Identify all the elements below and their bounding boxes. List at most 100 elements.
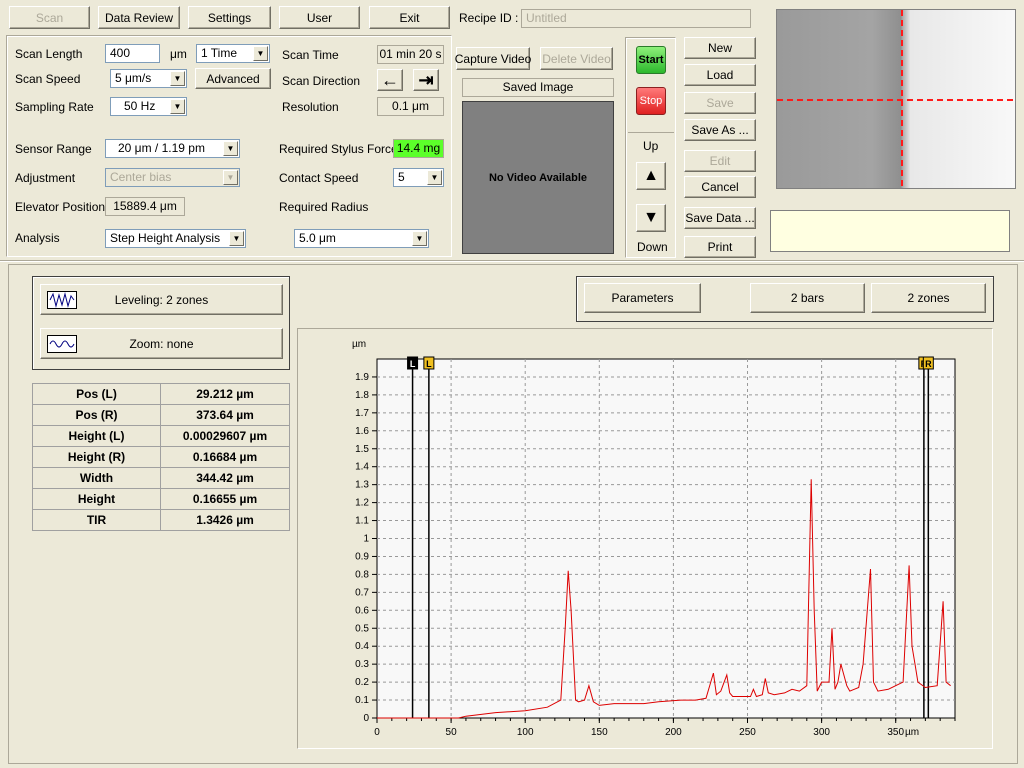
- camera-view: [776, 9, 1016, 189]
- load-button[interactable]: Load: [684, 64, 756, 86]
- contact-speed-value: 5: [398, 170, 405, 184]
- new-button[interactable]: New: [684, 37, 756, 59]
- cancel-button[interactable]: Cancel: [684, 176, 756, 198]
- y-tick-label: 1.7: [355, 408, 369, 419]
- analysis-select[interactable]: Step Height Analysis ▼: [105, 229, 246, 248]
- video-preview: No Video Available: [462, 101, 614, 254]
- stop-button[interactable]: Stop: [636, 87, 666, 115]
- stylus-force-value: 14.4 mg: [393, 139, 444, 158]
- scan-button[interactable]: Scan: [9, 6, 90, 29]
- analysis-value: Step Height Analysis: [110, 231, 221, 245]
- triangle-down-icon: ▼: [643, 209, 659, 226]
- sampling-rate-label: Sampling Rate: [15, 100, 94, 114]
- up-label: Up: [643, 139, 659, 153]
- y-axis-label: µm: [352, 339, 366, 350]
- sampling-rate-select[interactable]: 50 Hz ▼: [110, 97, 187, 116]
- sensor-range-label: Sensor Range: [15, 142, 92, 156]
- parameters-button[interactable]: Parameters: [584, 283, 701, 313]
- required-radius-select[interactable]: 5.0 μm ▼: [294, 229, 429, 248]
- down-label: Down: [637, 240, 668, 254]
- cursor-label: R: [925, 359, 932, 369]
- direction-right-button[interactable]: ⇥: [413, 69, 439, 91]
- exit-button[interactable]: Exit: [369, 6, 450, 29]
- x-tick-label: 0: [374, 727, 380, 738]
- chevron-down-icon: ▼: [253, 46, 268, 61]
- x-tick-label: 200: [665, 727, 682, 738]
- edit-button[interactable]: Edit: [684, 150, 756, 172]
- x-tick-label: 150: [591, 727, 608, 738]
- bars-button[interactable]: 2 bars: [750, 283, 865, 313]
- resolution-value: 0.1 μm: [377, 97, 444, 116]
- scan-speed-select[interactable]: 5 μm/s ▼: [110, 69, 187, 88]
- result-value: 29.212 µm: [160, 383, 290, 405]
- cursor-label: L: [426, 359, 432, 369]
- y-tick-label: 0.8: [355, 569, 369, 580]
- result-value: 344.42 µm: [160, 467, 290, 489]
- sampling-rate-value: 50 Hz: [124, 99, 156, 113]
- y-tick-label: 0.3: [355, 659, 369, 670]
- x-tick-label: 350: [887, 727, 904, 738]
- contact-speed-label: Contact Speed: [279, 171, 359, 185]
- scan-time-label: Scan Time: [282, 48, 339, 62]
- save-button[interactable]: Save: [684, 92, 756, 114]
- chevron-down-icon: ▼: [412, 231, 427, 246]
- y-tick-label: 1.2: [355, 498, 369, 509]
- chevron-down-icon: ▼: [229, 231, 244, 246]
- settings-button[interactable]: Settings: [188, 6, 271, 29]
- y-tick-label: 1.6: [355, 426, 369, 437]
- zoom-button[interactable]: Zoom: none: [40, 328, 283, 359]
- chart-panel: 0 50 100 150 200 250 300 350 µm 0 0.1 0.2 0.3 0.4 0.5 0…: [297, 328, 993, 749]
- scan-times-select[interactable]: 1 Time ▼: [196, 44, 270, 63]
- scan-times-value: 1 Time: [201, 46, 238, 60]
- x-tick-label: 100: [517, 727, 534, 738]
- section-divider: [0, 260, 1024, 262]
- result-row: Pos (L) 29.212 µm: [32, 383, 290, 405]
- y-tick-label: 0.6: [355, 605, 369, 616]
- y-tick-label: 0.5: [355, 623, 369, 634]
- y-tick-label: 1: [363, 534, 369, 545]
- adjustment-label: Adjustment: [15, 171, 76, 185]
- contact-speed-select[interactable]: 5 ▼: [393, 168, 444, 187]
- scan-length-input[interactable]: 400: [105, 44, 160, 63]
- result-label: Height (L): [32, 425, 161, 447]
- print-button[interactable]: Print: [684, 236, 756, 258]
- save-as-button[interactable]: Save As ...: [684, 119, 756, 141]
- scan-speed-label: Scan Speed: [15, 72, 81, 86]
- result-label: Width: [32, 467, 161, 489]
- chevron-down-icon: ▼: [223, 141, 238, 156]
- y-tick-label: 1.1: [355, 516, 369, 527]
- result-label: Pos (L): [32, 383, 161, 405]
- save-data-button[interactable]: Save Data ...: [684, 207, 756, 229]
- advanced-button[interactable]: Advanced: [195, 68, 271, 89]
- result-value: 0.00029607 µm: [160, 425, 290, 447]
- start-button[interactable]: Start: [636, 46, 666, 74]
- results-table: Pos (L) 29.212 µm Pos (R) 373.64 µm Height (…: [32, 383, 290, 531]
- user-button[interactable]: User: [279, 6, 360, 29]
- up-button[interactable]: ▲: [636, 162, 666, 190]
- delete-video-button[interactable]: Delete Video: [540, 47, 613, 70]
- y-tick-label: 1.8: [355, 390, 369, 401]
- crosshair-icon: [777, 10, 1015, 188]
- result-label: TIR: [32, 509, 161, 531]
- result-label: Height: [32, 488, 161, 510]
- leveling-button[interactable]: Leveling: 2 zones: [40, 284, 283, 315]
- zones-button[interactable]: 2 zones: [871, 283, 986, 313]
- adjustment-value: Center bias: [110, 170, 172, 184]
- leveling-label: Leveling: 2 zones: [114, 292, 209, 307]
- resolution-label: Resolution: [282, 100, 339, 114]
- capture-video-button[interactable]: Capture Video: [455, 47, 531, 70]
- result-label: Height (R): [32, 446, 161, 468]
- no-video-text: No Video Available: [488, 171, 587, 184]
- sensor-range-select[interactable]: 20 μm / 1.19 pm ▼: [105, 139, 240, 158]
- y-tick-label: 0.2: [355, 677, 369, 688]
- recipe-id-field: Untitled: [521, 9, 751, 28]
- result-value: 373.64 µm: [160, 404, 290, 426]
- result-row: Height 0.16655 µm: [32, 488, 290, 510]
- y-tick-label: 0.4: [355, 641, 369, 652]
- direction-left-button[interactable]: ←: [377, 69, 403, 91]
- down-button[interactable]: ▼: [636, 204, 666, 232]
- cursor-label: L: [410, 359, 416, 369]
- data-review-button[interactable]: Data Review: [98, 6, 180, 29]
- chevron-down-icon: ▼: [170, 71, 185, 86]
- y-tick-label: 1.4: [355, 462, 369, 473]
